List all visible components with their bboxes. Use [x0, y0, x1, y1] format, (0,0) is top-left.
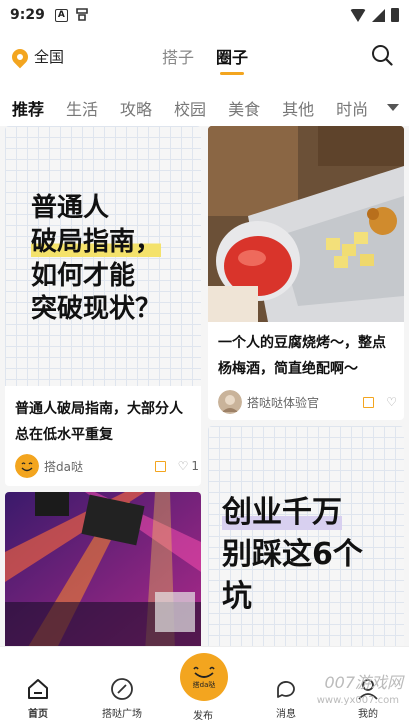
message-icon — [277, 681, 295, 698]
location-label: 全国 — [34, 48, 65, 66]
tab-dazi[interactable]: 搭子 — [162, 44, 194, 68]
card-actions: ♡ — [363, 395, 400, 409]
avatar[interactable] — [218, 390, 242, 414]
cover-line: 别踩这6个 — [222, 537, 363, 572]
feed-card[interactable]: 一个人的豆腐烧烤～，整点 杨梅酒，简直绝配啊～ 搭哒哒体验官 ♡ — [208, 126, 404, 420]
status-time: 9:29 — [10, 7, 45, 23]
smile-logo-icon — [193, 666, 215, 678]
card-meta: 搭哒哒体验官 ♡ — [218, 390, 400, 414]
heart-icon[interactable]: ♡ — [178, 459, 189, 473]
gift-icon[interactable] — [154, 460, 166, 472]
category-tab[interactable]: 时尚 — [336, 96, 368, 120]
nav-plaza[interactable]: 搭哒广场 — [102, 677, 142, 720]
card-cover: 普通人 破局指南， 如何才能 突破现状？ — [5, 126, 201, 386]
avatar[interactable] — [15, 454, 39, 478]
cover-line: 如何才能 — [31, 260, 136, 291]
search-icon[interactable] — [371, 44, 393, 66]
app-notification-icon — [74, 6, 90, 25]
category-tab[interactable]: 推荐 — [12, 96, 44, 120]
concert-photo — [5, 492, 201, 646]
card-title: 普通人破局指南，大部分人 总在低水平重复 — [15, 401, 183, 443]
battery-icon — [391, 8, 399, 22]
category-tab[interactable]: 其他 — [282, 96, 314, 120]
nav-home[interactable]: 首页 — [26, 677, 50, 720]
cover-line: 突破现状？ — [31, 294, 162, 325]
watermark: 007游戏网 — [324, 673, 403, 692]
watermark-url: www.yx007.com — [316, 695, 399, 706]
category-tabs: 推荐 生活 攻略 校园 美食 其他 时尚 — [0, 92, 409, 124]
top-header: 全国 搭子 圈子 — [0, 38, 409, 78]
status-right — [350, 8, 399, 22]
tab-quanzi[interactable]: 圈子 — [216, 44, 248, 68]
category-tab[interactable]: 美食 — [228, 96, 260, 120]
nav-messages-label: 消息 — [276, 709, 296, 720]
feed: 普通人 破局指南， 如何才能 突破现状？ 普通人破局指南，大部分人 总在低水平重… — [0, 126, 409, 646]
chevron-down-icon[interactable] — [387, 104, 399, 111]
publish-button[interactable]: 搭da哒 — [180, 653, 228, 701]
nav-publish-label: 发布 — [193, 711, 213, 722]
feed-card[interactable] — [5, 492, 201, 646]
nav-plaza-label: 搭哒广场 — [102, 709, 142, 720]
publish-logo-text: 搭da哒 — [192, 681, 216, 689]
cover-line: 创业千万 — [222, 495, 342, 530]
card-actions: ♡ 1 — [154, 459, 199, 473]
nav-messages[interactable]: 消息 — [274, 677, 298, 720]
home-icon — [28, 679, 48, 699]
nav-mine-label: 我的 — [358, 709, 378, 720]
like-count: 1 — [191, 459, 199, 473]
author-name[interactable]: 搭哒哒体验官 — [247, 394, 319, 411]
nav-home-label: 首页 — [28, 709, 48, 720]
location-pin-icon — [8, 45, 32, 68]
cover-text: 创业千万 别踩这6个 坑 — [222, 492, 363, 618]
status-bar: 9:29 A — [0, 0, 409, 30]
food-photo — [208, 126, 404, 322]
signal-icon — [372, 8, 385, 22]
wifi-icon — [350, 8, 366, 22]
bottom-nav: 首页 搭哒广场 搭da哒 发布 消息 我的 007游戏网 www.yx007.c… — [0, 646, 409, 727]
card-title: 一个人的豆腐烧烤～，整点 杨梅酒，简直绝配啊～ — [218, 335, 386, 377]
active-tab-indicator — [220, 72, 244, 75]
feed-card[interactable]: 普通人 破局指南， 如何才能 突破现状？ 普通人破局指南，大部分人 总在低水平重… — [5, 126, 201, 486]
feed-card[interactable]: 创业千万 别踩这6个 坑 — [208, 426, 404, 646]
gift-icon[interactable] — [363, 396, 375, 408]
cover-text: 普通人 破局指南， 如何才能 突破现状？ — [31, 192, 162, 327]
plaza-icon — [111, 678, 133, 700]
card-meta: 搭da哒 ♡ 1 — [15, 454, 199, 478]
cover-line: 破局指南， — [31, 226, 162, 257]
category-tab[interactable]: 攻略 — [120, 96, 152, 120]
cover-line: 坑 — [222, 579, 252, 614]
heart-icon[interactable]: ♡ — [386, 395, 397, 409]
a-notification-icon: A — [54, 8, 68, 22]
category-tab[interactable]: 校园 — [174, 96, 206, 120]
cover-line: 普通人 — [31, 193, 110, 223]
category-tab[interactable]: 生活 — [66, 96, 98, 120]
location-selector[interactable]: 全国 — [8, 45, 65, 68]
author-name[interactable]: 搭da哒 — [44, 458, 83, 475]
